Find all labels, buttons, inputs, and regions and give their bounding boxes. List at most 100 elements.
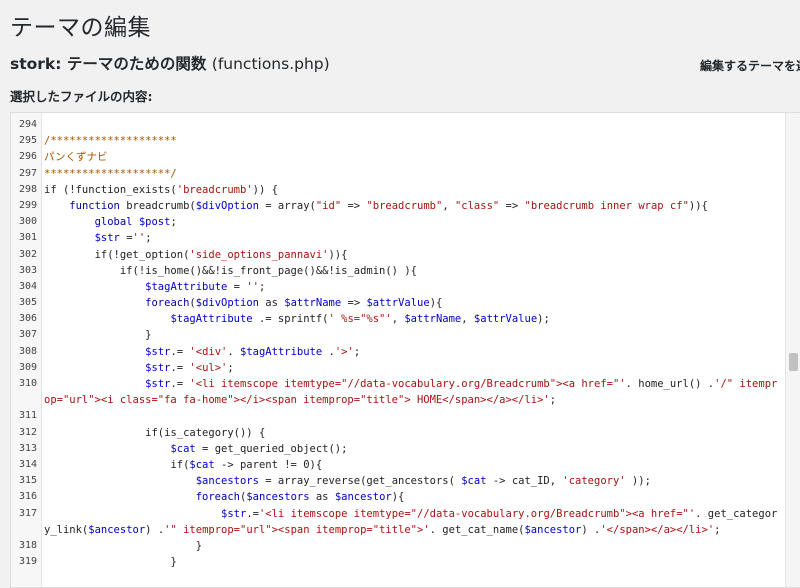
code-token: $attrName (284, 297, 342, 310)
code-token: "breadcrumb inner wrap cf" (524, 199, 689, 212)
code-token: foreach (145, 297, 190, 310)
code-token: パンくずナビ (44, 151, 108, 164)
code-area[interactable]: 294 295 /******************** 296 パンくずナビ 297 *… (11, 117, 785, 570)
code-line[interactable]: 319 } (11, 554, 785, 570)
code-token: $attrName (404, 313, 462, 326)
code-token: ********************/ (44, 167, 177, 180)
page-title: テーマの編集 (10, 15, 151, 41)
code-line[interactable]: 310 $str.= '<li itemscope itemtype="//da… (11, 376, 785, 408)
code-token: $str (145, 361, 171, 374)
line-number: 316 (18, 491, 37, 503)
code-line[interactable]: 309 $str.= '<ul>'; (11, 360, 785, 376)
code-line[interactable]: 299 function breadcrumb($divOption = arr… (11, 198, 785, 214)
code-line[interactable]: 307 } (11, 327, 785, 343)
code-line[interactable]: 301 $str =''; (11, 230, 785, 246)
scrollbar-thumb[interactable] (789, 353, 798, 371)
line-number: 311 (18, 410, 37, 422)
code-token: $ancestor (524, 523, 582, 536)
code-token: $str (94, 232, 120, 245)
code-text: $cat = get_queried_object(); (44, 441, 783, 457)
code-token: $tagAttribute (240, 345, 323, 358)
code-line[interactable]: 302 if(!get_option('side_options_pannavi… (11, 247, 785, 263)
code-token: $ancestor (88, 523, 146, 536)
code-token: )) { (252, 183, 278, 196)
code-token: => (499, 199, 525, 212)
code-token: .= (170, 378, 190, 390)
code-token: = (227, 280, 247, 293)
code-line[interactable]: 294 (11, 117, 785, 133)
code-token: if(!is_home()&&!is_front_page()&&!is_adm… (44, 264, 417, 277)
code-token: => (341, 199, 367, 212)
code-line[interactable]: 311 (11, 408, 785, 424)
code-text: } (44, 554, 783, 570)
line-number: 313 (18, 442, 37, 454)
code-token: } (44, 539, 203, 552)
line-number: 308 (18, 345, 37, 357)
code-token: ){ (391, 491, 405, 504)
code-line[interactable]: 314 if($cat -> parent != 0){ (11, 457, 785, 473)
code-token: . (227, 345, 241, 358)
code-token: ' %s="%s"' (328, 313, 392, 326)
code-line[interactable]: 297 ********************/ (11, 166, 785, 182)
line-number: 315 (18, 475, 37, 487)
code-line[interactable]: 305 foreach($divOption as $attrName => $… (11, 295, 785, 311)
code-token: )){ (328, 248, 348, 261)
code-token: $tagAttribute (145, 280, 228, 293)
code-editor[interactable]: 294 295 /******************** 296 パンくずナビ 297 *… (10, 112, 800, 588)
code-line[interactable]: 315 $ancestors = array_reverse(get_ances… (11, 473, 785, 489)
line-number: 295 (18, 135, 37, 147)
code-text: $str.='<li itemscope itemtype="//data-vo… (44, 506, 783, 538)
code-line[interactable]: 313 $cat = get_queried_object(); (11, 441, 785, 457)
line-number: 319 (18, 556, 37, 568)
code-line[interactable]: 295 /******************** (11, 133, 785, 149)
code-token: .= (246, 507, 259, 520)
select-theme-label[interactable]: 編集するテーマを選 (700, 57, 800, 74)
code-token: . get_cat_name( (429, 523, 525, 536)
code-line[interactable]: 296 パンくずナビ (11, 149, 785, 165)
code-token: $str (145, 345, 171, 358)
code-line[interactable]: 300 global $post; (11, 214, 785, 230)
content-label: 選択したファイルの内容: (10, 89, 153, 104)
line-number: 297 (18, 167, 37, 179)
code-line[interactable]: 318 } (11, 538, 785, 554)
line-number: 294 (18, 119, 37, 130)
file-heading: stork: テーマのための関数 (functions.php) (10, 52, 330, 74)
code-token: -> cat_ID, (486, 475, 563, 488)
code-token: 'category' (562, 475, 626, 488)
code-text: function breadcrumb($divOption = array("… (44, 198, 783, 214)
code-token: /******************** (44, 135, 177, 148)
code-line[interactable]: 306 $tagAttribute .= sprintf(' %s="%s"',… (11, 311, 785, 327)
code-line[interactable]: 298 if (!function_exists('breadcrumb')) { (11, 182, 785, 198)
code-token: .= (170, 361, 190, 374)
code-line[interactable]: 303 if(!is_home()&&!is_front_page()&&!is… (11, 263, 785, 279)
code-token: '' (246, 280, 259, 293)
line-number: 310 (18, 378, 37, 389)
code-token: $divOption (195, 199, 259, 212)
code-token: ; (549, 394, 557, 407)
code-token: if(is_category()) { (44, 426, 266, 439)
code-token: $post (138, 216, 171, 229)
code-line[interactable]: 312 if(is_category()) { (11, 425, 785, 441)
code-line[interactable]: 317 $str.='<li itemscope itemtype="//dat… (11, 506, 785, 538)
code-line[interactable]: 308 $str.= '<div'. $tagAttribute .'>'; (11, 344, 785, 360)
code-token: '" itemprop="url"><span itemprop="title"… (164, 523, 430, 536)
code-token: $ancestor (334, 491, 392, 504)
code-line[interactable]: 304 $tagAttribute = ''; (11, 279, 785, 295)
code-text: } (44, 327, 783, 343)
code-token: .= (170, 345, 190, 358)
code-token: -> parent != 0){ (214, 458, 323, 471)
code-token: as (258, 297, 285, 310)
code-token: } (44, 329, 152, 342)
code-line[interactable]: 316 foreach($ancestors as $ancestor){ (11, 489, 785, 505)
code-token: $cat (189, 458, 215, 471)
code-token: . home_url() . (625, 378, 715, 390)
code-token: "breadcrumb" (366, 199, 443, 212)
editor-scrollbar[interactable] (785, 113, 800, 587)
code-text: $tagAttribute = ''; (44, 279, 783, 295)
